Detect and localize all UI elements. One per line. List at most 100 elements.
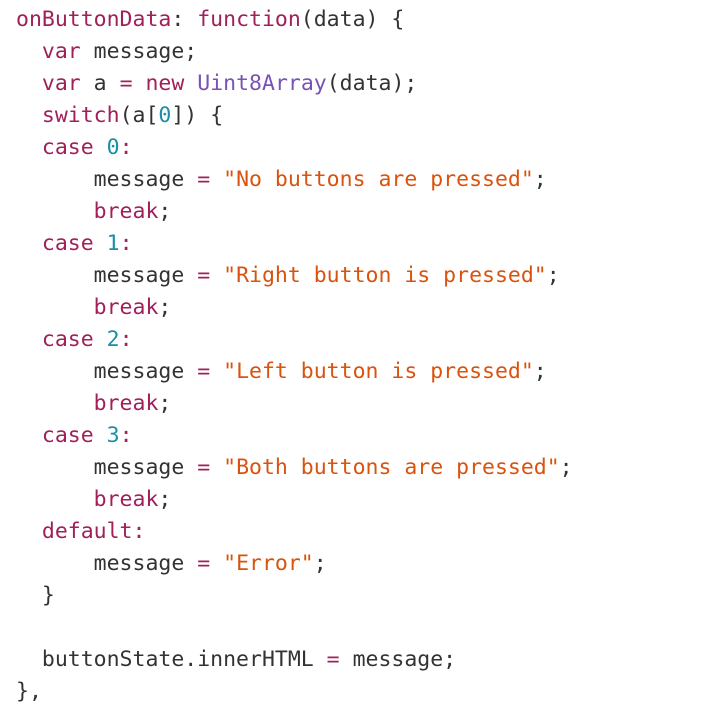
code-line: message = "Error"; (16, 548, 696, 580)
code-line: buttonState.innerHTML = message; (16, 644, 696, 676)
code-token-keyword: = (119, 71, 133, 96)
code-line: }, (16, 676, 696, 708)
code-line: message = "No buttons are pressed"; (16, 164, 696, 196)
code-token-keyword: = (326, 647, 340, 672)
code-line: var message; (16, 36, 696, 68)
code-token-plain: ; (533, 167, 547, 192)
code-token-keyword: onButtonData (16, 7, 172, 32)
code-token-keyword: case (41, 327, 94, 352)
code-token-number: 1 (106, 231, 120, 256)
code-line: break; (16, 484, 696, 516)
code-token-plain: (data); (326, 71, 418, 96)
code-token-plain: message (16, 359, 198, 384)
code-token-plain: : (171, 7, 198, 32)
code-line: default: (16, 516, 696, 548)
code-line: break; (16, 292, 696, 324)
code-token-plain: }, (16, 679, 42, 704)
code-token-keyword: break (93, 391, 159, 416)
code-token-keyword: break (93, 487, 159, 512)
code-line: case 3: (16, 420, 696, 452)
code-token-plain: message (16, 263, 198, 288)
code-token-number: 0 (106, 135, 120, 160)
code-token-plain: ]) { (171, 103, 224, 128)
code-line: message = "Left button is pressed"; (16, 356, 696, 388)
code-token-plain: ; (546, 263, 560, 288)
code-token-keyword: var (41, 39, 81, 64)
code-line: } (16, 580, 696, 612)
code-token-keyword: : (119, 231, 133, 256)
code-token-plain: (data) { (300, 7, 405, 32)
code-line: case 2: (16, 324, 696, 356)
code-token-keyword: default (41, 519, 133, 544)
code-line: break; (16, 196, 696, 228)
code-line: case 1: (16, 228, 696, 260)
code-token-plain: message; (80, 39, 198, 64)
code-token-keyword: : (132, 519, 146, 544)
code-line: message = "Right button is pressed"; (16, 260, 696, 292)
code-line: message = "Both buttons are pressed"; (16, 452, 696, 484)
code-token-plain: message (16, 167, 198, 192)
code-token-plain: } (16, 583, 55, 608)
code-token-plain: message (16, 551, 198, 576)
code-token-number: 2 (106, 327, 120, 352)
code-token-keyword: break (93, 295, 159, 320)
code-token-plain: ; (158, 487, 172, 512)
code-token-string: "Left button is pressed" (223, 359, 534, 384)
code-line: onButtonData: function(data) { (16, 4, 696, 36)
code-token-plain: message; (339, 647, 457, 672)
code-token-keyword: : (119, 423, 133, 448)
code-token-keyword: switch (41, 103, 120, 128)
code-token-plain: ; (533, 359, 547, 384)
code-token-plain: buttonState.innerHTML (16, 647, 327, 672)
code-token-number: 0 (158, 103, 172, 128)
code-token-string: "Right button is pressed" (223, 263, 547, 288)
code-token-keyword: case (41, 135, 94, 160)
code-token-string: "Both buttons are pressed" (223, 455, 560, 480)
code-token-plain: a (80, 71, 120, 96)
code-token-function: Uint8Array (197, 71, 327, 96)
code-token-string: "No buttons are pressed" (223, 167, 534, 192)
code-line: switch(a[0]) { (16, 100, 696, 132)
code-token-keyword: break (93, 199, 159, 224)
code-block: onButtonData: function(data) { var messa… (16, 4, 696, 708)
code-token-keyword: = (197, 359, 211, 384)
code-token-plain: ; (313, 551, 327, 576)
code-token-keyword: case (41, 231, 94, 256)
code-token-keyword: var (41, 71, 81, 96)
code-token-keyword: : (119, 327, 133, 352)
code-token-keyword: function (197, 7, 301, 32)
code-token-keyword: = (197, 551, 211, 576)
code-line: break; (16, 388, 696, 420)
code-token-plain: ; (559, 455, 573, 480)
code-token-plain: ; (158, 199, 172, 224)
code-token-plain: message (16, 455, 198, 480)
code-token-number: 3 (106, 423, 120, 448)
code-token-keyword: = (197, 455, 211, 480)
code-line: case 0: (16, 132, 696, 164)
code-token-keyword: case (41, 423, 94, 448)
code-token-keyword: : (119, 135, 133, 160)
